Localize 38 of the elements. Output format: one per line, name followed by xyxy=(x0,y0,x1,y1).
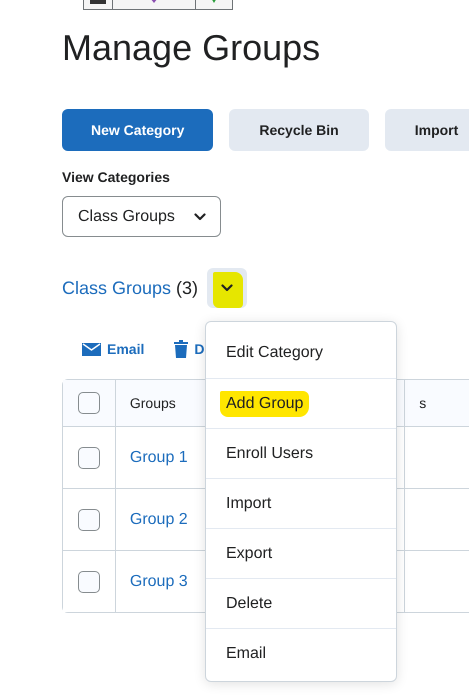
checkbox[interactable] xyxy=(78,570,100,592)
menu-item[interactable]: Delete xyxy=(206,578,396,628)
group-count: (3) xyxy=(176,278,198,298)
menu-item[interactable]: Email xyxy=(206,628,396,678)
menu-item[interactable]: Export xyxy=(206,528,396,578)
group-link[interactable]: Group 3 xyxy=(130,572,188,590)
checkbox[interactable] xyxy=(78,446,100,468)
menu-item-text: Email xyxy=(225,644,268,664)
action-button[interactable]: Import xyxy=(384,109,469,151)
menu-item-text: Enroll Users xyxy=(225,444,314,464)
chevron-down-icon xyxy=(221,284,234,292)
highlight-mark: Add Group xyxy=(220,390,310,416)
column-header: Groups xyxy=(130,395,176,411)
envelope-icon xyxy=(82,342,101,356)
checkbox[interactable] xyxy=(78,508,100,530)
menu-item-text: Edit Category xyxy=(225,343,324,363)
action-button[interactable]: Recycle Bin xyxy=(229,109,369,151)
menu-item-text: Delete xyxy=(225,594,274,614)
chevron-down-icon xyxy=(194,212,206,220)
group-link[interactable]: Group 2 xyxy=(130,510,188,528)
menu-item[interactable]: Add Group xyxy=(206,378,396,428)
category-select[interactable]: Class Groups xyxy=(62,196,221,237)
menu-item[interactable]: Edit Category xyxy=(206,328,396,378)
category-menu-button[interactable] xyxy=(207,268,248,308)
page-title: Manage Groups xyxy=(62,26,322,70)
category-link[interactable]: Class Groups xyxy=(62,278,172,298)
checkbox[interactable] xyxy=(78,392,100,414)
toolbar-button[interactable]: Email xyxy=(82,340,144,358)
view-categories-label: View Categories xyxy=(62,169,171,185)
trash-icon xyxy=(174,340,188,358)
menu-item-text: Import xyxy=(225,494,272,514)
column-header: s xyxy=(419,395,426,411)
menu-item[interactable]: Enroll Users xyxy=(206,428,396,478)
menu-item[interactable]: Import xyxy=(206,478,396,528)
group-link[interactable]: Group 1 xyxy=(130,448,188,466)
menu-item-text: Export xyxy=(225,544,274,564)
action-button[interactable]: New Category xyxy=(62,109,214,151)
toolbar-button[interactable]: D xyxy=(174,340,204,358)
